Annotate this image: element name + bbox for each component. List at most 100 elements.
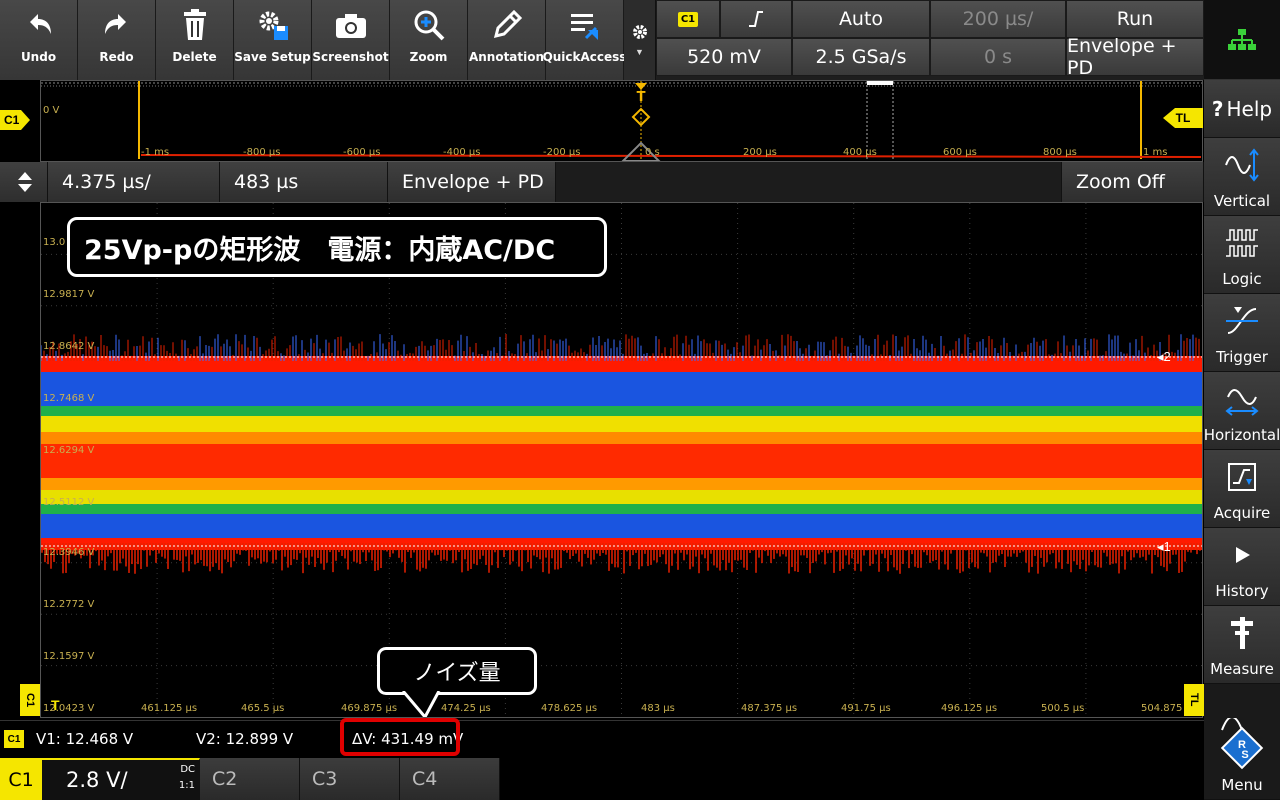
annotation-callout-tail — [401, 691, 441, 717]
trigger-slope-cell[interactable] — [720, 0, 792, 38]
annotation-title[interactable]: 25Vp-pの矩形波 電源：内蔵AC/DC — [67, 217, 607, 277]
overview-zero-label: 0 V — [43, 105, 60, 116]
gear-save-icon — [259, 11, 288, 40]
sidebar-item-trigger[interactable]: Trigger — [1204, 294, 1280, 372]
trigger-source-tag: C1 — [677, 11, 699, 27]
delete-button[interactable]: Delete — [156, 0, 234, 80]
overview-tick: 1 ms — [1143, 147, 1168, 158]
redo-arrow-icon — [104, 14, 126, 34]
logic-label: Logic — [1222, 270, 1262, 288]
toolbar-settings-toggle[interactable]: ▼ — [624, 0, 656, 80]
x-axis-label: 469.875 µs — [341, 703, 398, 714]
sample-rate-cell[interactable]: 2.5 GSa/s — [792, 38, 930, 76]
envelope-band — [41, 514, 1202, 538]
c1-bottom-marker[interactable]: C1 — [20, 684, 40, 716]
channel-2-tab[interactable]: C2 — [200, 758, 300, 800]
trigger-mode-cell[interactable]: Auto — [792, 0, 930, 38]
zoom-info-bar: 4.375 µs/ 483 µs Envelope + PD Zoom Off — [0, 162, 1204, 202]
network-icon — [1228, 28, 1256, 50]
channel-1-coupling: DC 1:1 — [179, 762, 195, 794]
y-axis-label: 12.2772 V — [43, 599, 95, 610]
history-label: History — [1215, 582, 1269, 600]
y-axis-label: 12.1597 V — [43, 651, 95, 662]
toolbar: Undo Redo Delete Save Setup Screenshot Z… — [0, 0, 627, 80]
undo-button[interactable]: Undo — [0, 0, 78, 80]
channel-3-tab[interactable]: C3 — [300, 758, 400, 800]
cursor-channel-tag: C1 — [4, 730, 24, 748]
sidebar-item-vertical[interactable]: Vertical — [1204, 138, 1280, 216]
sidebar-item-acquire[interactable]: Acquire — [1204, 450, 1280, 528]
zoom-bar-spacer — [556, 162, 1062, 202]
quickaccess-label: QuickAccess — [542, 50, 627, 64]
cursor-2-marker[interactable]: ◂2 — [1157, 349, 1171, 365]
redo-button[interactable]: Redo — [78, 0, 156, 80]
zoom-button[interactable]: Zoom — [390, 0, 468, 80]
run-state-cell[interactable]: Run — [1066, 0, 1204, 38]
y-axis-label: 12.7468 V — [43, 393, 95, 404]
envelope-band — [41, 490, 1202, 504]
y-axis-label: 12.5112 V — [43, 497, 95, 508]
acquisition-mode-cell[interactable]: Envelope + PD — [1066, 35, 1204, 79]
horizontal-label: Horizontal — [1203, 426, 1280, 444]
gear-icon — [632, 25, 647, 39]
channel-1-label: C1 — [0, 760, 42, 800]
screenshot-button[interactable]: Screenshot — [312, 0, 390, 80]
envelope-band — [41, 504, 1202, 514]
undo-arrow-icon — [29, 14, 51, 34]
cursor-1-tag: 1 — [1163, 539, 1171, 554]
save-setup-button[interactable]: Save Setup — [234, 0, 312, 80]
main-left-margin — [0, 202, 40, 718]
channel-1-tab[interactable]: C1 2.8 V/ DC 1:1 — [0, 758, 200, 800]
zoom-bar-toggle[interactable] — [0, 162, 48, 202]
waveform-display[interactable]: 13.0 12.9817 V 12.8642 V 12.7468 V 12.62… — [40, 202, 1203, 718]
trigger-label: Trigger — [1216, 348, 1268, 366]
trigger-source-cell[interactable]: C1 — [656, 0, 720, 38]
sidebar-item-measure[interactable]: Measure — [1204, 606, 1280, 684]
magnifier-plus-icon — [414, 10, 444, 41]
channel-bar: C1 2.8 V/ DC 1:1 C2 C3 C4 — [0, 758, 1204, 800]
annotation-noise-callout[interactable]: ノイズ量 — [377, 647, 537, 695]
vertical-label: Vertical — [1213, 192, 1271, 210]
trigger-level-cell[interactable]: 520 mV — [656, 38, 792, 76]
zoom-time-scale[interactable]: 4.375 µs/ — [48, 162, 220, 202]
time-offset-cell[interactable]: 0 s — [930, 38, 1066, 76]
cursor-2-tag: 2 — [1163, 349, 1171, 364]
channel-1-scale: 2.8 V/ — [66, 768, 128, 792]
sidebar-item-horizontal[interactable]: Horizontal — [1204, 372, 1280, 450]
sidebar-item-history[interactable]: History — [1204, 528, 1280, 606]
annotation-button[interactable]: Annotation — [468, 0, 546, 80]
horizontal-sine-icon — [1225, 389, 1259, 416]
screenshot-label: Screenshot — [312, 50, 389, 64]
channel-1-probe-ratio: 1:1 — [178, 780, 195, 791]
time-base-cell[interactable]: 200 µs/ — [930, 0, 1066, 38]
overview-tick: -800 µs — [243, 147, 281, 158]
waveform-envelope — [41, 334, 1202, 574]
measure-label: Measure — [1210, 660, 1274, 678]
quickaccess-button[interactable]: QuickAccess — [542, 0, 627, 80]
tl-bottom-marker[interactable]: TL — [1184, 684, 1204, 716]
x-axis-label: 478.625 µs — [541, 703, 598, 714]
camera-icon — [335, 14, 366, 38]
overview-tick: 200 µs — [743, 147, 777, 158]
overview-strip[interactable]: T 0 V -1 ms -800 µs -600 µs -400 µs -200… — [40, 80, 1203, 162]
cursor-v2-readout: V2: 12.899 V — [196, 730, 294, 748]
zoom-acq-mode[interactable]: Envelope + PD — [388, 162, 556, 202]
x-axis-label: 461.125 µs — [141, 703, 198, 714]
overview-tick: -600 µs — [343, 147, 381, 158]
zoom-position[interactable]: 483 µs — [220, 162, 388, 202]
sidebar-item-logic[interactable]: Logic — [1204, 216, 1280, 294]
y-axis-label: 12.6294 V — [43, 445, 95, 456]
trigger-icon — [1226, 307, 1258, 334]
menu-button[interactable]: RS Menu — [1204, 716, 1280, 800]
envelope-band — [41, 478, 1202, 490]
channel-4-tab[interactable]: C4 — [400, 758, 500, 800]
zoom-state[interactable]: Zoom Off — [1062, 162, 1204, 202]
help-button[interactable]: ? Help — [1204, 80, 1280, 138]
overview-tick: -400 µs — [443, 147, 481, 158]
pencil-icon — [493, 9, 522, 39]
cursor-1-marker[interactable]: ◂1 — [1157, 539, 1171, 555]
overview-trace: T — [41, 81, 1202, 161]
envelope-band — [41, 432, 1202, 444]
x-axis-label: 500.5 µs — [1041, 703, 1085, 714]
svg-text:S: S — [1241, 749, 1248, 761]
